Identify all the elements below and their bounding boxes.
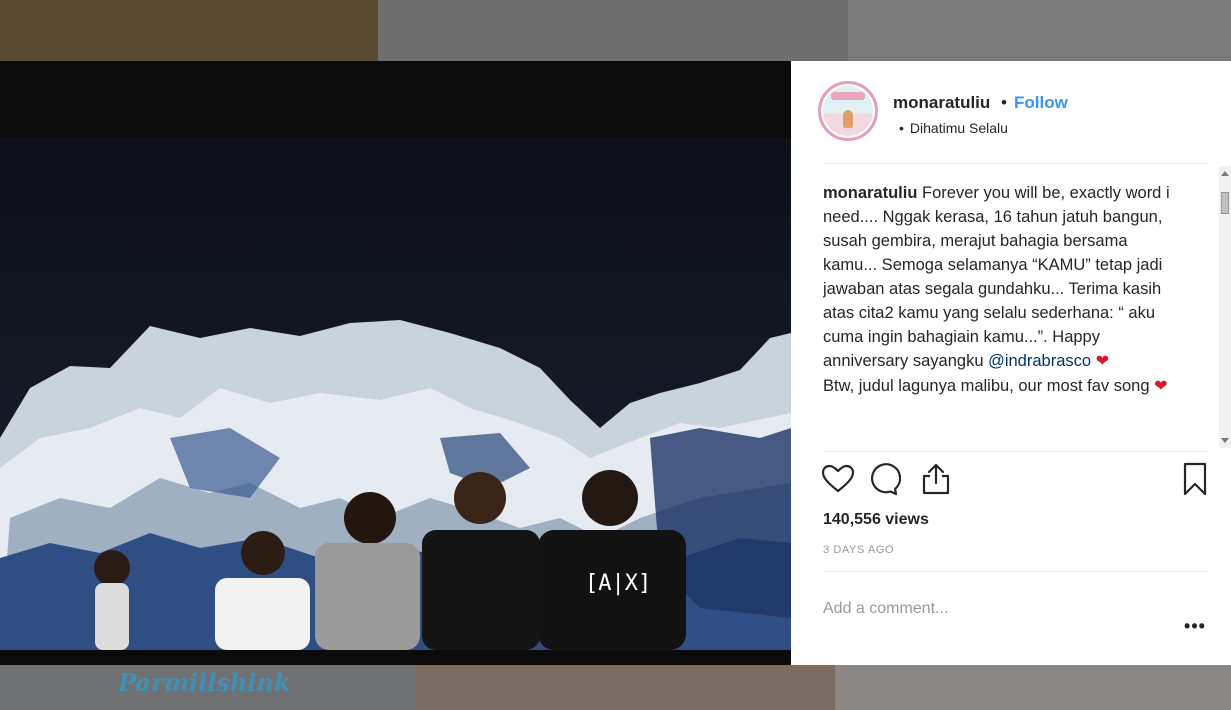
post-media[interactable]: [A|X] [0,61,791,665]
username-link[interactable]: monaratuliu [893,93,990,113]
scroll-up-arrow[interactable] [1221,171,1229,176]
post-sidebar: monaratuliu • Follow • Dihatimu Selalu mo… [791,61,1231,665]
heart-emoji: ❤ [1154,378,1168,395]
heart-emoji: ❤ [1095,353,1110,370]
video-shirt-text: [A|X] [585,571,652,596]
video-frame-image [0,138,791,650]
feed-thumbnail [0,0,378,61]
more-icon: ••• [1184,616,1206,636]
post-caption: monaratuliu Forever you will be, exactly… [823,181,1183,451]
location-link[interactable]: • Dihatimu Selalu [899,120,1008,136]
header-divider [823,163,1208,164]
action-bar [820,461,1208,501]
feed-thumbnail [378,0,848,61]
more-options-button[interactable]: ••• [1181,617,1209,635]
caption-text: Forever you will be, exactly word i need… [823,184,1170,370]
avatar[interactable] [818,81,878,141]
scroll-thumb[interactable] [1221,192,1229,214]
scroll-down-arrow[interactable] [1221,438,1229,443]
feed-thumbnail [415,665,835,710]
location-bullet: • [899,120,904,136]
comment-button[interactable] [865,461,901,497]
mention-link[interactable]: @indrabrasco [988,352,1091,370]
like-button[interactable] [820,461,856,497]
follow-button[interactable]: Follow [1014,93,1068,113]
separator-dot: • [1001,93,1007,112]
post-modal: [A|X] monaratuliu • Follow • Dihatimu Sel… [0,61,1231,665]
avatar-image [823,86,873,136]
background-feed-top [0,0,1231,61]
heart-icon [821,464,855,493]
post-timestamp[interactable]: 3 DAYS AGO [823,544,894,556]
caption-scrollbar[interactable] [1219,166,1231,448]
share-button[interactable] [918,461,954,497]
comment-input[interactable] [823,596,1163,622]
post-header: monaratuliu • Follow • Dihatimu Selalu [791,61,1231,163]
comment-icon [871,463,901,496]
share-icon [922,463,950,495]
location-label: Dihatimu Selalu [909,120,1008,136]
caption-username-link[interactable]: monaratuliu [823,184,917,202]
save-button[interactable] [1177,461,1213,497]
feed-thumbnail-logo: Parmillshink [118,668,291,697]
view-count[interactable]: 140,556 views [823,511,929,529]
video-player[interactable]: [A|X] [0,138,791,650]
feed-thumbnail [848,0,1231,61]
comment-divider [823,571,1208,572]
caption-text-continued: Btw, judul lagunya malibu, our most fav … [823,377,1155,395]
bookmark-icon [1183,462,1207,496]
feed-thumbnail [835,665,1231,710]
caption-divider [823,451,1208,452]
